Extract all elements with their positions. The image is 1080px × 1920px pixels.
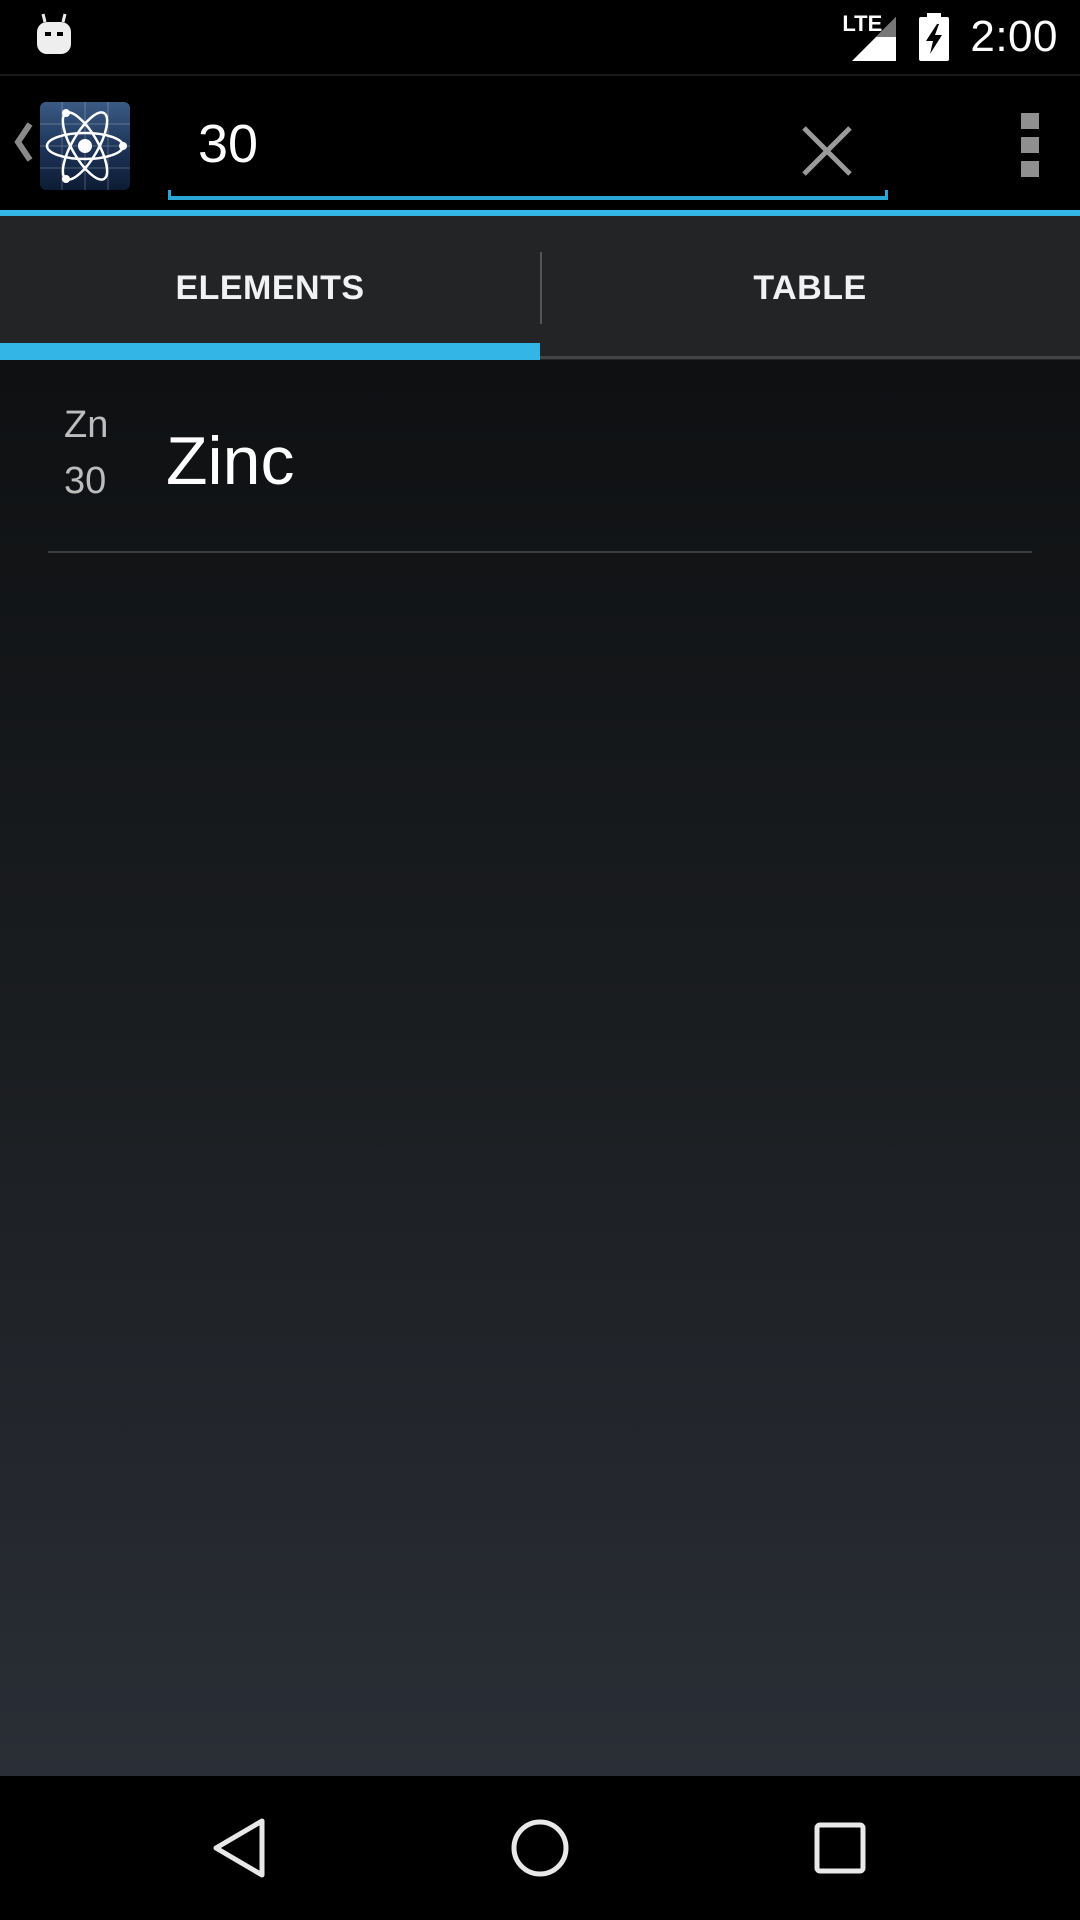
overflow-menu-button[interactable] — [1000, 100, 1060, 190]
tab-table-label: TABLE — [753, 268, 867, 307]
search-input[interactable] — [168, 96, 768, 192]
search-box — [168, 96, 888, 200]
overflow-menu-icon — [1021, 113, 1039, 177]
tab-baseline — [540, 356, 1080, 359]
up-caret-icon[interactable] — [10, 118, 34, 166]
clear-icon — [802, 126, 852, 176]
tab-elements[interactable]: ELEMENTS — [0, 216, 540, 360]
app-screen: LTE 2:00 30 ELEMENTS TABLE Zn 30 Zinc — [0, 0, 1080, 1920]
clear-search-button[interactable] — [786, 110, 868, 192]
status-icons: LTE 2:00 — [842, 0, 1058, 74]
list-divider — [48, 551, 1032, 553]
status-bar: LTE 2:00 — [0, 0, 1080, 74]
atom-app-icon[interactable] — [40, 102, 130, 190]
list-item-zinc[interactable]: Zn 30 Zinc — [0, 360, 1080, 553]
element-symbol: Zn — [64, 404, 109, 446]
recents-icon — [814, 1822, 866, 1874]
battery-charging-icon — [919, 13, 950, 61]
tab-bar: ELEMENTS TABLE — [0, 216, 1080, 360]
back-icon — [213, 1818, 265, 1878]
navigation-bar — [0, 1776, 1080, 1920]
back-button[interactable] — [160, 1776, 320, 1920]
signal-icon: LTE — [842, 11, 898, 63]
results-list: Zn 30 Zinc — [0, 360, 1080, 1776]
search-underline — [168, 190, 888, 200]
action-bar — [0, 74, 1080, 210]
element-number: 30 — [64, 460, 107, 502]
tab-selected-indicator — [0, 343, 540, 360]
status-clock: 2:00 — [970, 12, 1058, 61]
home-icon — [511, 1819, 569, 1877]
tab-table[interactable]: TABLE — [540, 216, 1080, 360]
element-name: Zinc — [166, 423, 295, 499]
home-button[interactable] — [460, 1776, 620, 1920]
tab-elements-label: ELEMENTS — [175, 268, 365, 307]
android-notification-icon — [34, 12, 74, 58]
recents-button[interactable] — [760, 1776, 920, 1920]
